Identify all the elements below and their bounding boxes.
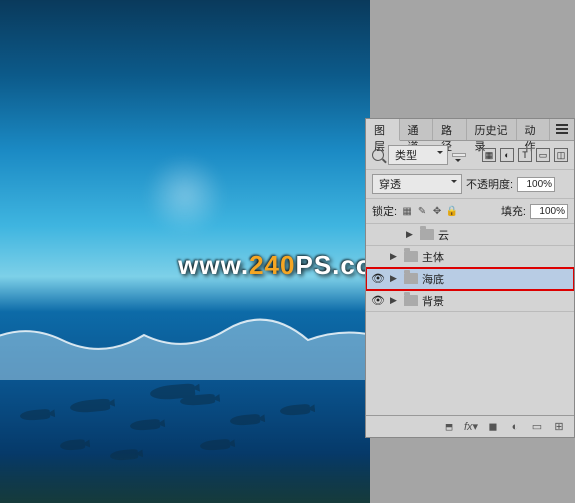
layer-name[interactable]: 云 <box>438 227 570 243</box>
filter-kind-select[interactable]: 类型 <box>388 145 448 165</box>
opacity-input[interactable]: 100% <box>517 177 555 192</box>
visibility-toggle[interactable] <box>370 249 386 265</box>
layers-list: ▶ 云 ▶ 主体 👁 ▶ 海底 👁 ▶ 背景 <box>366 224 574 324</box>
expand-arrow-icon[interactable]: ▶ <box>390 295 400 306</box>
tab-actions[interactable]: 动作 <box>517 119 551 140</box>
filter-shape-icon[interactable]: ▭ <box>536 148 550 162</box>
layer-row-background[interactable]: 👁 ▶ 背景 <box>366 290 574 312</box>
folder-icon <box>404 273 418 284</box>
visibility-toggle[interactable]: 👁 <box>370 293 386 309</box>
new-layer-icon[interactable]: ⊞ <box>552 420 566 434</box>
layer-name[interactable]: 背景 <box>422 293 570 309</box>
lock-all-icon[interactable]: 🔒 <box>446 205 458 217</box>
filter-smart-icon[interactable]: ◫ <box>554 148 568 162</box>
panel-footer: ⬒ fx▾ ◼ ◐ ▭ ⊞ <box>366 415 574 437</box>
layer-row-subject[interactable]: ▶ 主体 <box>366 246 574 268</box>
filter-pixel-icon[interactable]: ▦ <box>482 148 496 162</box>
expand-arrow-icon[interactable]: ▶ <box>390 273 400 284</box>
adjustment-layer-icon[interactable]: ◐ <box>508 420 522 434</box>
panel-tabs: 图层 通道 路径 历史记录 动作 <box>366 119 574 141</box>
filter-aux-select[interactable] <box>452 153 466 157</box>
layer-name[interactable]: 海底 <box>422 271 570 287</box>
fish-layer <box>0 370 370 503</box>
layer-row-clouds[interactable]: ▶ 云 <box>366 224 574 246</box>
filter-row: 类型 ▦ ◐ T ▭ ◫ <box>366 141 574 170</box>
layer-effects-icon[interactable]: fx▾ <box>464 420 478 434</box>
tab-paths[interactable]: 路径 <box>433 119 467 140</box>
folder-icon <box>404 251 418 262</box>
watermark-prefix: www. <box>178 250 249 280</box>
blend-row: 穿透 不透明度: 100% <box>366 170 574 199</box>
new-group-icon[interactable]: ▭ <box>530 420 544 434</box>
lock-label: 锁定: <box>372 203 397 219</box>
tab-channels[interactable]: 通道 <box>400 119 434 140</box>
expand-arrow-icon[interactable]: ▶ <box>406 229 416 240</box>
expand-arrow-icon[interactable]: ▶ <box>390 251 400 262</box>
opacity-label: 不透明度: <box>466 176 513 192</box>
lock-image-icon[interactable]: ✎ <box>416 205 428 217</box>
filter-adjust-icon[interactable]: ◐ <box>500 148 514 162</box>
lock-transparent-icon[interactable]: ▦ <box>401 205 413 217</box>
layer-mask-icon[interactable]: ◼ <box>486 420 500 434</box>
lock-position-icon[interactable]: ✥ <box>431 205 443 217</box>
lock-row: 锁定: ▦ ✎ ✥ 🔒 填充: 100% <box>366 199 574 224</box>
tab-layers[interactable]: 图层 <box>366 119 400 141</box>
visibility-toggle[interactable]: 👁 <box>370 271 386 287</box>
fill-input[interactable]: 100% <box>530 204 568 219</box>
folder-icon <box>420 229 434 240</box>
tab-history[interactable]: 历史记录 <box>467 119 517 140</box>
layer-name[interactable]: 主体 <box>422 249 570 265</box>
layer-row-seabed[interactable]: 👁 ▶ 海底 <box>366 268 574 290</box>
visibility-toggle[interactable] <box>370 227 386 243</box>
search-icon[interactable] <box>372 149 384 161</box>
fill-label: 填充: <box>501 203 526 219</box>
filter-type-icon[interactable]: T <box>518 148 532 162</box>
panel-menu-button[interactable] <box>550 119 574 140</box>
blend-mode-select[interactable]: 穿透 <box>372 174 462 194</box>
layers-panel: 图层 通道 路径 历史记录 动作 类型 ▦ ◐ T ▭ ◫ 穿透 不透明度: 1… <box>365 118 575 438</box>
watermark-num: 240 <box>249 250 295 280</box>
folder-icon <box>404 295 418 306</box>
link-layers-icon[interactable]: ⬒ <box>442 420 456 434</box>
